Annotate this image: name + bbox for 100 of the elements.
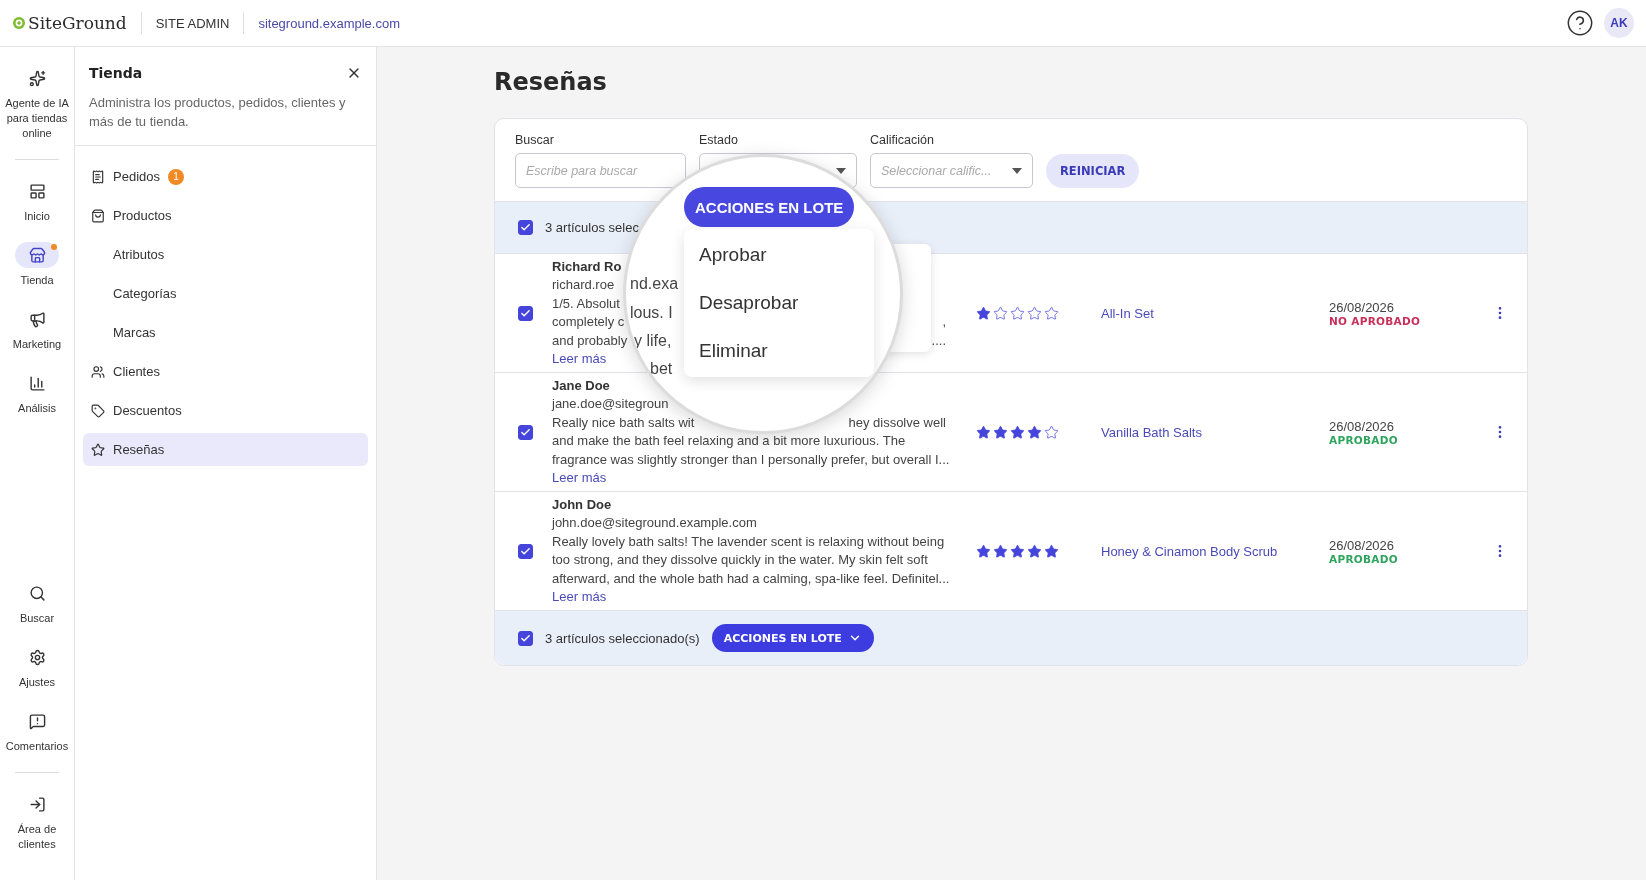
reviewer-name: Richard Ro [552, 257, 622, 276]
logo-icon [12, 16, 26, 30]
review-text: Really nice bath salts wit [552, 413, 695, 432]
section-label: SITE ADMIN [141, 12, 245, 34]
bulk-actions-button[interactable]: ACCIONES EN LOTE [711, 624, 874, 652]
reviewer-email: richard.roe [552, 276, 615, 294]
nav-item[interactable]: Descuentos [83, 394, 368, 427]
store-icon [28, 246, 46, 264]
feedback-icon [28, 712, 46, 730]
nav-item[interactable]: Productos [83, 199, 368, 232]
star-filled-icon [1027, 543, 1042, 559]
nav-item[interactable]: Categorías [83, 277, 368, 310]
review-text: and probably [552, 331, 628, 350]
rail-label[interactable]: Comentarios [5, 739, 69, 754]
review-text: Really lovely bath salts! The lavender scent is relaxing without being [552, 532, 945, 551]
reviewer-email: john.doe@siteground.example.com [552, 514, 757, 532]
bulk-actions-button[interactable]: ACCIONES EN LOTE [684, 187, 854, 227]
status-label: NO APROBADO [1329, 314, 1422, 327]
caret-icon [1012, 167, 1022, 174]
checkbox[interactable] [518, 630, 533, 646]
rail-label[interactable]: Ajustes [18, 675, 56, 690]
star-outline-icon [1044, 424, 1059, 440]
reset-button[interactable]: REINICIAR [1046, 154, 1140, 188]
review-text: and make the bath feel relaxing and a bit more luxurious. The [552, 432, 906, 450]
domain-link[interactable]: siteground.example.com [244, 15, 401, 31]
field-label: Estado [699, 133, 739, 147]
status-label: APROBADO [1329, 552, 1399, 565]
product-link[interactable]: All-In Set [1101, 306, 1154, 321]
count-badge: 1 [168, 168, 184, 185]
review-text: too strong, and they dissolve quickly in the water. My skin felt soft [552, 551, 928, 569]
read-more-link[interactable]: Leer más [552, 588, 607, 607]
read-more-link[interactable]: Leer más [552, 350, 607, 369]
receipt-icon [91, 169, 105, 184]
avatar[interactable]: AK [1604, 8, 1634, 38]
star-filled-icon [1010, 543, 1025, 559]
magnified-text: lous. I [630, 304, 673, 322]
review-date: 26/08/2026 [1329, 418, 1396, 434]
star-filled-icon [993, 424, 1008, 440]
selection-count: 3 artículos seleccionado(s) [545, 630, 700, 646]
search-icon [28, 584, 46, 602]
rail-label[interactable]: Agente de IA para tiendas online [2, 96, 72, 141]
review-text: fragrance was slightly stronger than I personally prefer, but overall I... [552, 450, 950, 469]
review-text: , [942, 313, 946, 331]
review-date: 26/08/2026 [1329, 299, 1396, 315]
product-link[interactable]: Honey & Cinamon Body Scrub [1101, 544, 1278, 559]
checkbox[interactable] [518, 220, 533, 235]
check-icon [520, 426, 531, 438]
review-text: completely c [552, 313, 625, 331]
star-outline-icon [1027, 305, 1042, 321]
bar-chart-icon [28, 374, 46, 392]
rail-label[interactable]: Análisis [18, 401, 56, 416]
rail-label[interactable]: Inicio [24, 209, 50, 224]
caret-icon [836, 167, 846, 174]
page-title: Reseñas [494, 68, 608, 96]
rail-label[interactable]: Buscar [19, 611, 55, 626]
checkbox[interactable] [518, 543, 533, 559]
star-filled-icon [976, 305, 991, 321]
rail-label[interactable]: Tienda [20, 273, 54, 288]
rail-label[interactable]: Marketing [12, 337, 62, 352]
read-more-link[interactable]: Leer más [552, 469, 607, 488]
star-filled-icon [976, 424, 991, 440]
review-date: 26/08/2026 [1329, 537, 1396, 553]
star-filled-icon [976, 543, 991, 559]
panel-title: Tienda [89, 65, 143, 81]
check-icon [520, 545, 531, 557]
nav-item[interactable]: Pedidos 1 [83, 160, 368, 193]
logo[interactable]: SiteGround [12, 12, 142, 34]
rail-button[interactable] [15, 242, 59, 268]
sparkles-icon [28, 69, 46, 87]
help-icon[interactable] [1566, 9, 1594, 37]
nav-item[interactable]: Marcas [83, 316, 368, 349]
nav-item[interactable]: Clientes [83, 355, 368, 388]
settings-icon [28, 648, 46, 666]
magnified-text: nd.exa [630, 275, 679, 293]
star-icon [91, 442, 105, 457]
review-text: hey dissolve well [848, 413, 946, 432]
reviewer-name: John Doe [552, 495, 612, 514]
check-icon [520, 632, 531, 644]
check-icon [520, 307, 531, 319]
review-text: 1/5. Absolut [552, 294, 620, 313]
star-outline-icon [993, 305, 1008, 321]
rail-label[interactable]: Área de clientes [2, 822, 72, 852]
star-filled-icon [1044, 543, 1059, 559]
menu-item[interactable]: Desaprobar [684, 279, 874, 327]
nav-item[interactable]: Atributos [83, 238, 368, 271]
search-field[interactable]: Escribe para buscar [515, 153, 686, 188]
menu-item[interactable]: Aprobar [684, 231, 874, 279]
review-text: afterward, and the whole bath had a calming, spa-like feel. Definitel... [552, 569, 950, 588]
review-text: .... [931, 331, 946, 350]
shopping-bag-icon [91, 208, 105, 223]
panel-description: Administra los productos, pedidos, clientes y más de tu tienda. [89, 94, 347, 131]
checkbox[interactable] [518, 305, 533, 321]
product-link[interactable]: Vanilla Bath Salts [1101, 425, 1202, 440]
status-label: APROBADO [1329, 433, 1399, 446]
megaphone-icon [28, 310, 46, 328]
menu-item[interactable]: Eliminar [684, 327, 874, 375]
nav-item[interactable]: Reseñas [83, 433, 368, 466]
magnified-text: bet [650, 360, 673, 378]
check-icon [520, 222, 531, 233]
checkbox[interactable] [518, 424, 533, 440]
